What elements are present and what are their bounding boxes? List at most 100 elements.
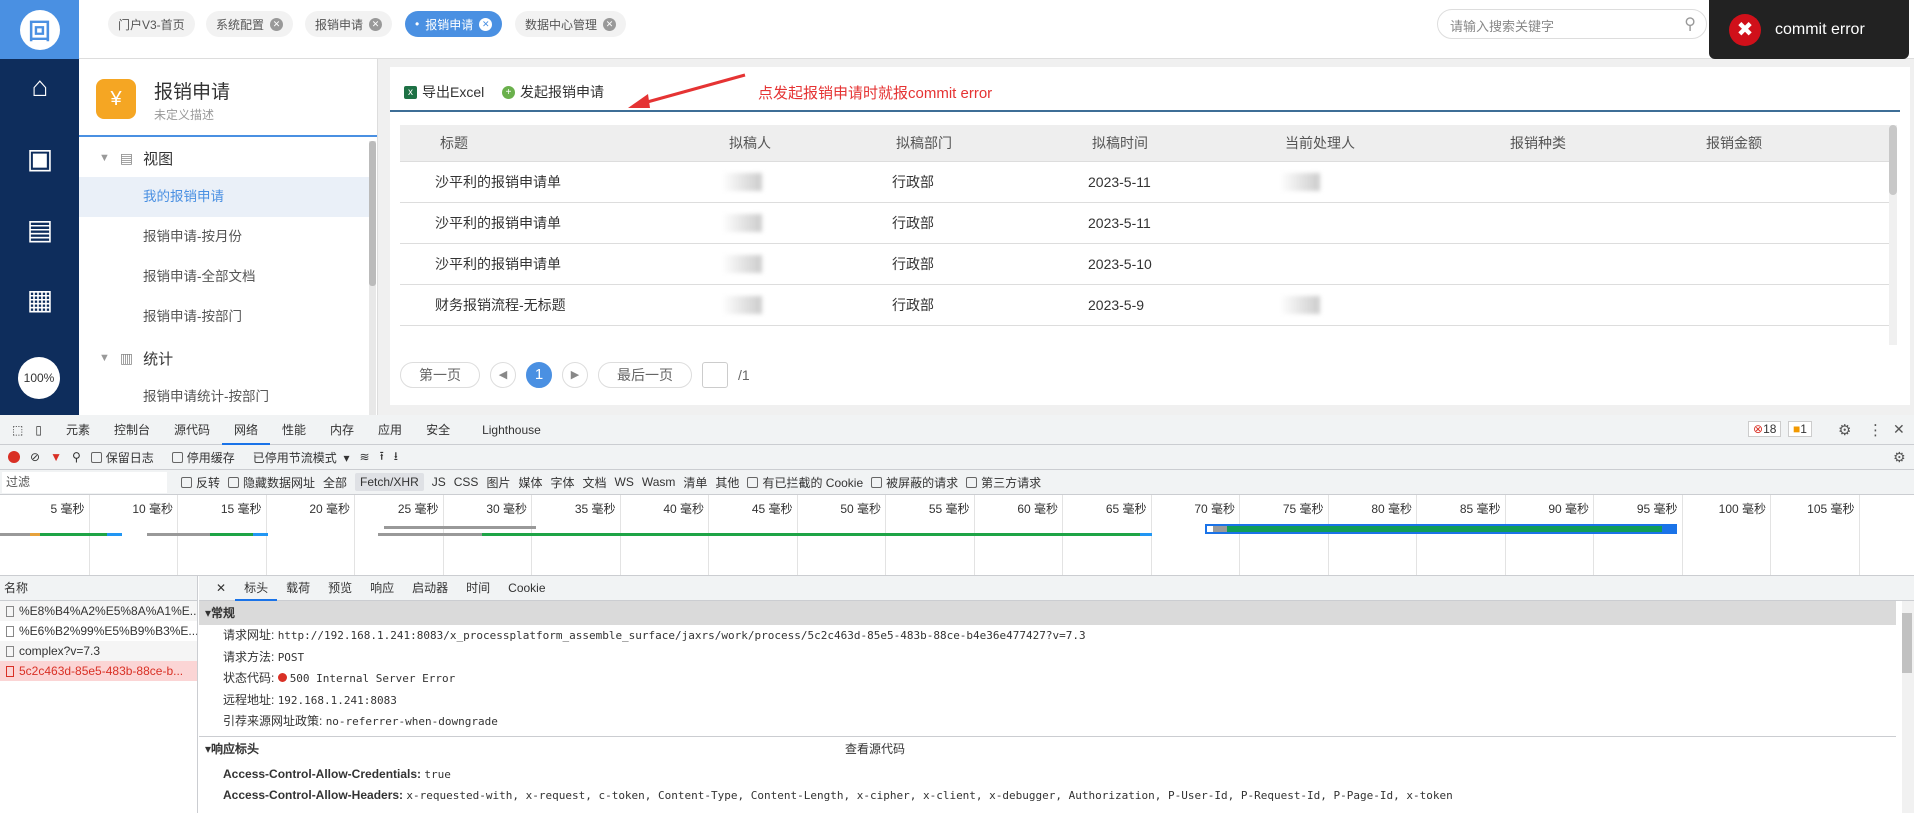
page-input[interactable] <box>702 362 728 388</box>
filter-fetch-xhr[interactable]: Fetch/XHR <box>355 473 424 491</box>
hide-data-urls-checkbox[interactable]: 隐藏数据网址 <box>228 474 315 491</box>
invert-checkbox[interactable]: 反转 <box>181 474 220 491</box>
third-party-checkbox[interactable]: 第三方请求 <box>966 474 1041 491</box>
filter-ws[interactable]: WS <box>615 475 634 489</box>
tab-data-center[interactable]: 数据中心管理 ✕ <box>515 11 627 37</box>
last-page-button[interactable]: 最后一页 <box>598 362 692 388</box>
response-headers-section[interactable]: ▾响应标头 查看源代码 <box>199 735 1896 761</box>
warning-count-badge[interactable]: ■1 <box>1788 421 1812 437</box>
error-count-badge[interactable]: ⊗18 <box>1748 421 1782 437</box>
next-page-button[interactable]: ▶ <box>562 362 588 388</box>
search-icon[interactable]: ⚲ <box>1684 14 1696 34</box>
throttle-select[interactable]: 已停用节流模式 ▾ <box>253 449 350 466</box>
blocked-requests-checkbox[interactable]: 被屏蔽的请求 <box>871 474 958 491</box>
filter-img[interactable]: 图片 <box>486 474 510 491</box>
device-toggle-icon[interactable]: ▯ <box>35 415 54 445</box>
table-row[interactable]: 财务报销流程-无标题 行政部 2023-5-9 <box>400 285 1890 326</box>
filter-doc[interactable]: 文档 <box>582 474 606 491</box>
detail-scrollbar[interactable] <box>1902 601 1914 813</box>
col-type[interactable]: 报销种类 <box>1510 125 1566 162</box>
name-column-header[interactable]: 名称 <box>0 576 197 601</box>
network-conditions-icon[interactable]: ≋ <box>360 450 370 464</box>
col-title[interactable]: 标题 <box>440 125 468 162</box>
settings-icon[interactable]: ⚙ <box>1838 421 1851 439</box>
general-section-header[interactable]: ▾常规 <box>199 601 1896 625</box>
filter-js[interactable]: JS <box>432 475 446 489</box>
filter-other[interactable]: 其他 <box>715 474 739 491</box>
nav-group-stats[interactable]: ▼ ▥ 统计 <box>79 339 369 377</box>
table-scrollbar[interactable] <box>1889 125 1897 345</box>
record-icon[interactable] <box>8 451 20 463</box>
table-row[interactable]: 沙平利的报销申请单 行政部 2023-5-11 <box>400 162 1890 203</box>
blocked-cookies-checkbox[interactable]: 有已拦截的 Cookie <box>747 474 863 491</box>
nav-item-by-dept[interactable]: 报销申请-按部门 <box>79 297 369 337</box>
view-source-link[interactable]: 查看源代码 <box>845 737 905 761</box>
tab-reimbursement[interactable]: 报销申请 ✕ <box>305 11 393 37</box>
table-row[interactable]: 沙平利的报销申请单 行政部 2023-5-11 <box>400 203 1890 244</box>
app-logo[interactable]: 回 <box>0 0 79 59</box>
request-item[interactable]: %E8%B4%A2%E5%8A%A1%E... <box>0 601 197 621</box>
more-icon[interactable]: ⋮ <box>1868 421 1883 439</box>
tab-headers[interactable]: 标头 <box>235 576 278 601</box>
tab-preview[interactable]: 预览 <box>319 576 361 601</box>
tab-sources[interactable]: 源代码 <box>162 415 222 445</box>
nav-scrollbar[interactable] <box>369 141 376 415</box>
home-icon[interactable]: ⌂ <box>24 72 56 102</box>
tab-network[interactable]: 网络 <box>222 415 271 445</box>
close-detail-icon[interactable]: ✕ <box>207 576 235 601</box>
nav-item-by-month[interactable]: 报销申请-按月份 <box>79 217 369 257</box>
tab-system-config[interactable]: 系统配置 ✕ <box>206 11 294 37</box>
import-har-icon[interactable]: ⭱ <box>380 447 384 468</box>
tab-elements[interactable]: 元素 <box>54 415 102 445</box>
nav-group-views[interactable]: ▼ ▤ 视图 <box>79 139 369 177</box>
tab-lighthouse[interactable]: Lighthouse <box>462 415 553 445</box>
tab-memory[interactable]: 内存 <box>318 415 366 445</box>
zoom-level[interactable]: 100% <box>18 357 60 399</box>
filter-all[interactable]: 全部 <box>323 474 347 491</box>
network-timeline[interactable]: 5 毫秒 10 毫秒 15 毫秒 20 毫秒 25 毫秒 30 毫秒 35 毫秒 40 毫秒 4… <box>0 495 1914 576</box>
row-title[interactable]: 财务报销流程-无标题 <box>435 285 566 325</box>
close-devtools-icon[interactable]: ✕ <box>1893 421 1905 438</box>
table-row[interactable]: 沙平利的报销申请单 行政部 2023-5-10 <box>400 244 1890 285</box>
export-excel-button[interactable]: x 导出Excel <box>404 82 484 102</box>
tab-timing[interactable]: 时间 <box>457 576 499 601</box>
tab-security[interactable]: 安全 <box>414 415 462 445</box>
filter-wasm[interactable]: Wasm <box>642 475 676 489</box>
search-input[interactable]: 请输入搜索关键字 ⚲ <box>1437 9 1707 39</box>
tab-response[interactable]: 响应 <box>361 576 403 601</box>
close-icon[interactable]: ✕ <box>270 17 284 31</box>
tab-performance[interactable]: 性能 <box>270 415 318 445</box>
calendar-icon[interactable]: ▦ <box>24 285 56 315</box>
search-icon[interactable]: ⚲ <box>72 450 81 464</box>
first-page-button[interactable]: 第一页 <box>400 362 480 388</box>
network-settings-icon[interactable]: ⚙ <box>1893 449 1906 466</box>
tab-reimbursement-active[interactable]: • 报销申请 ✕ <box>405 11 503 37</box>
request-item-error[interactable]: 5c2c463d-85e5-483b-88ce-b... <box>0 661 197 681</box>
nav-item-my-reimbursements[interactable]: 我的报销申请 <box>79 177 369 217</box>
close-icon[interactable]: ✕ <box>603 17 617 31</box>
preserve-log-checkbox[interactable]: 保留日志 <box>90 449 154 466</box>
nav-item-stats-by-dept[interactable]: 报销申请统计-按部门 <box>79 377 369 415</box>
col-handler[interactable]: 当前处理人 <box>1285 125 1355 162</box>
filter-css[interactable]: CSS <box>454 475 479 489</box>
col-dept[interactable]: 拟稿部门 <box>896 125 952 162</box>
close-icon[interactable]: ✕ <box>479 17 493 31</box>
filter-icon[interactable]: ▼ <box>50 450 62 464</box>
col-date[interactable]: 拟稿时间 <box>1092 125 1148 162</box>
close-icon[interactable]: ✕ <box>369 17 383 31</box>
filter-font[interactable]: 字体 <box>550 474 574 491</box>
request-item[interactable]: complex?v=7.3 <box>0 641 197 661</box>
waterfall-bar-selected[interactable] <box>1205 524 1677 534</box>
col-drafter[interactable]: 拟稿人 <box>729 125 771 162</box>
col-amount[interactable]: 报销金额 <box>1706 125 1762 162</box>
news-icon[interactable]: ▤ <box>24 215 56 245</box>
row-title[interactable]: 沙平利的报销申请单 <box>435 203 561 243</box>
tab-application[interactable]: 应用 <box>366 415 414 445</box>
start-reimbursement-button[interactable]: + 发起报销申请 <box>502 82 604 102</box>
tab-console[interactable]: 控制台 <box>102 415 162 445</box>
disable-cache-checkbox[interactable]: 停用缓存 <box>171 449 235 466</box>
current-page[interactable]: 1 <box>526 362 552 388</box>
inspect-icon[interactable]: ⬚ <box>0 415 35 445</box>
clear-icon[interactable]: ⊘ <box>30 450 40 464</box>
prev-page-button[interactable]: ◀ <box>490 362 516 388</box>
